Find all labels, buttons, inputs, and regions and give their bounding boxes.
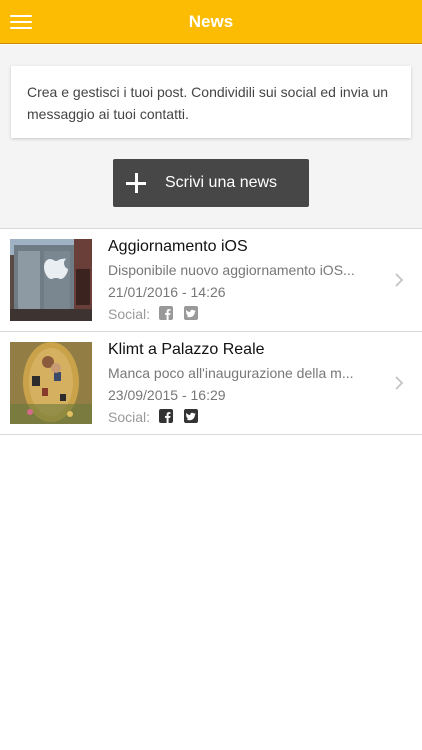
social-label: Social:	[108, 306, 151, 322]
news-list: Aggiornamento iOS Disponibile nuovo aggi…	[0, 228, 422, 435]
twitter-icon	[184, 409, 198, 423]
news-item-klimt[interactable]: Klimt a Palazzo Reale Manca poco all'ina…	[0, 331, 422, 435]
chevron-right-icon[interactable]	[392, 273, 406, 287]
news-description: Disponibile nuovo aggiornamento iOS...	[108, 262, 355, 278]
news-thumbnail-klimt-kiss	[10, 342, 92, 424]
top-bar: News	[0, 0, 422, 44]
page-title: News	[188, 12, 234, 31]
social-label: Social:	[108, 409, 151, 425]
news-item-ios-update[interactable]: Aggiornamento iOS Disponibile nuovo aggi…	[0, 228, 422, 331]
write-news-label: Scrivi una news	[165, 174, 278, 191]
news-thumbnail-apple-store	[10, 239, 92, 321]
intro-card: Crea e gestisci i tuoi post. Condividili…	[11, 66, 411, 138]
news-title: Aggiornamento iOS	[108, 238, 248, 255]
news-date: 23/09/2015 - 16:29	[108, 387, 226, 403]
plus-icon	[125, 172, 147, 194]
write-news-button[interactable]: Scrivi una news	[113, 159, 309, 207]
facebook-icon	[159, 409, 173, 423]
chevron-right-icon[interactable]	[392, 376, 406, 390]
news-title: Klimt a Palazzo Reale	[108, 341, 265, 358]
news-date: 21/01/2016 - 14:26	[108, 284, 226, 300]
news-description: Manca poco all'inaugurazione della m...	[108, 365, 354, 381]
facebook-icon	[159, 306, 173, 320]
intro-text: Crea e gestisci i tuoi post. Condividili…	[27, 84, 389, 122]
twitter-icon	[184, 306, 198, 320]
